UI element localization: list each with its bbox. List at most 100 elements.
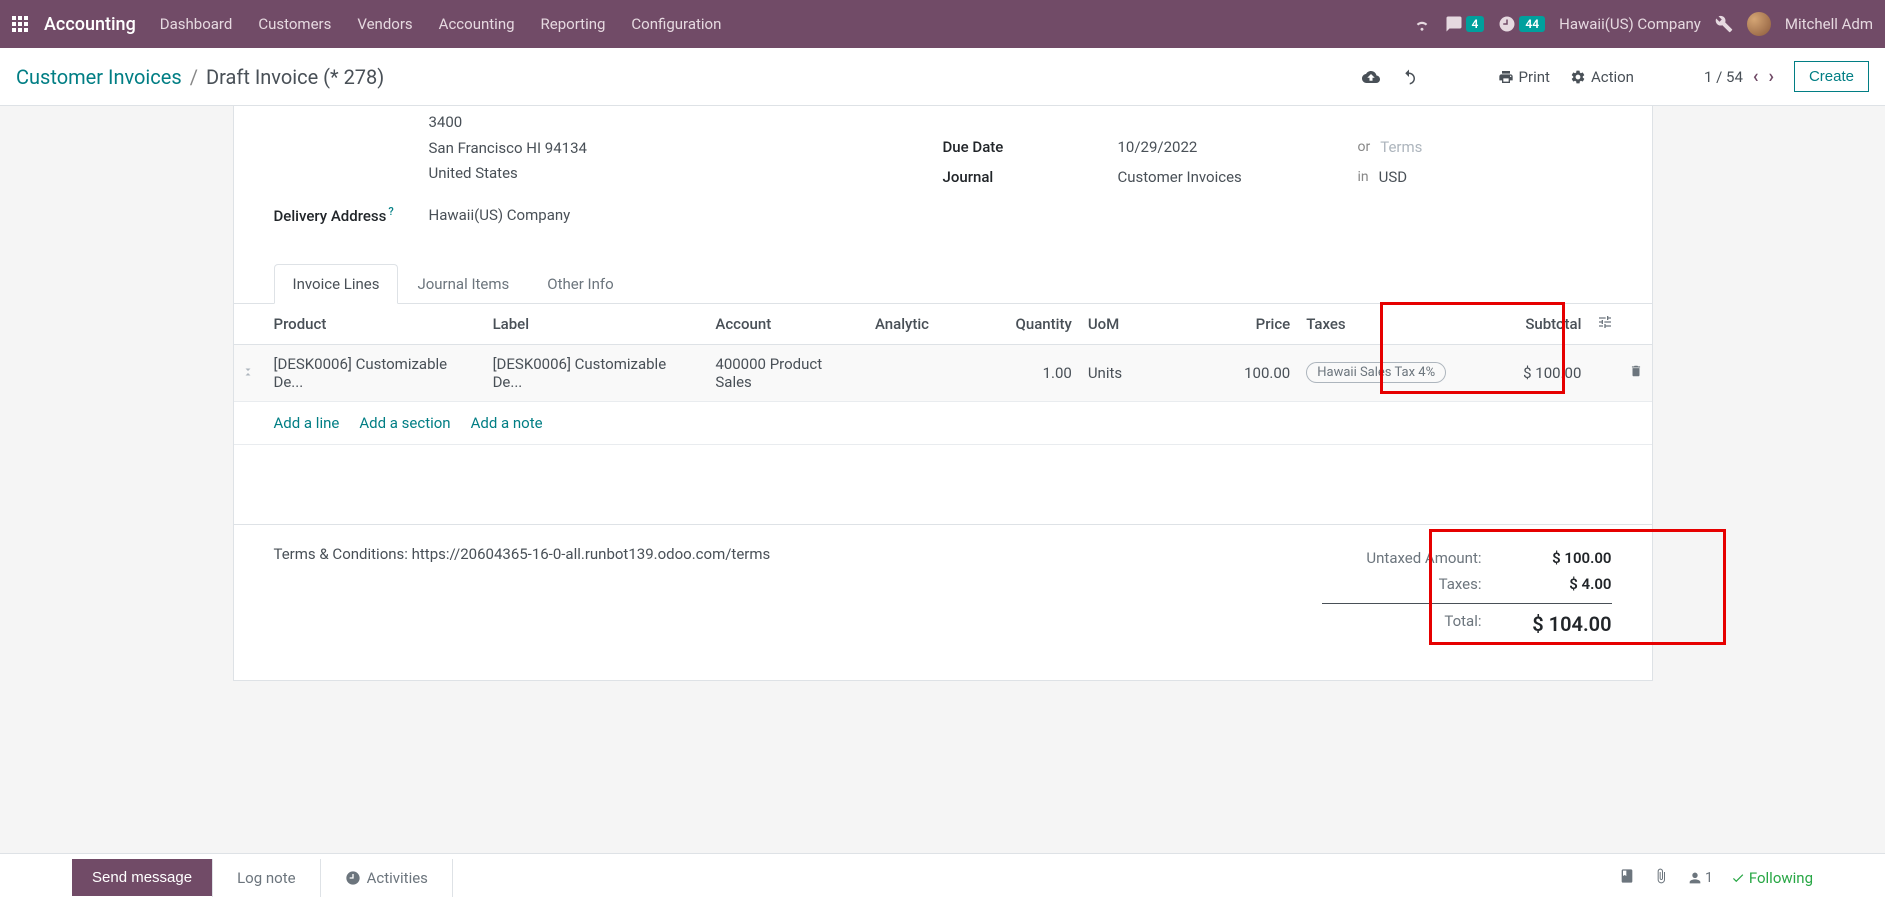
delivery-address-value[interactable]: Hawaii(US) Company xyxy=(429,206,571,224)
address-line-2: San Francisco HI 94134 xyxy=(429,136,943,162)
nav-customers[interactable]: Customers xyxy=(258,15,331,33)
or-text: or xyxy=(1358,139,1371,155)
terms-text[interactable]: Terms & Conditions: https://20604365-16-… xyxy=(274,545,1322,640)
discard-icon[interactable] xyxy=(1400,68,1418,86)
th-analytic[interactable]: Analytic xyxy=(867,304,1008,345)
drag-handle-icon[interactable] xyxy=(234,344,262,401)
apps-icon[interactable] xyxy=(12,16,28,32)
th-product[interactable]: Product xyxy=(262,304,485,345)
untaxed-value: $ 100.00 xyxy=(1512,549,1612,567)
due-date-value[interactable]: 10/29/2022 xyxy=(1118,138,1348,156)
add-note-link[interactable]: Add a note xyxy=(471,414,543,432)
cell-price[interactable]: 100.00 xyxy=(1158,344,1298,401)
tab-invoice-lines[interactable]: Invoice Lines xyxy=(274,264,399,304)
th-taxes[interactable]: Taxes xyxy=(1298,304,1477,345)
company-switcher[interactable]: Hawaii(US) Company xyxy=(1559,15,1701,33)
cloud-save-icon[interactable] xyxy=(1362,68,1380,86)
taxes-label: Taxes: xyxy=(1322,575,1512,593)
print-label: Print xyxy=(1519,68,1550,86)
control-panel: Customer Invoices / Draft Invoice (* 278… xyxy=(0,48,1885,106)
main-area: 3400 San Francisco HI 94134 United State… xyxy=(0,106,1885,741)
activities-badge: 44 xyxy=(1519,16,1545,32)
cell-product[interactable]: [DESK0006] Customizable De... xyxy=(262,344,485,401)
breadcrumb-separator: / xyxy=(190,65,198,89)
pager-text[interactable]: 1 / 54 xyxy=(1704,68,1743,86)
app-brand[interactable]: Accounting xyxy=(44,14,136,35)
journal-value[interactable]: Customer Invoices xyxy=(1118,168,1348,186)
th-price[interactable]: Price xyxy=(1158,304,1298,345)
taxes-value: $ 4.00 xyxy=(1512,575,1612,593)
activities-button[interactable]: Activities xyxy=(321,859,453,897)
send-message-button[interactable]: Send message xyxy=(72,859,212,896)
following-button[interactable]: Following xyxy=(1731,869,1813,887)
delete-row-icon[interactable] xyxy=(1621,344,1651,401)
invoice-lines-table: Product Label Account Analytic Quantity … xyxy=(234,304,1652,402)
action-label: Action xyxy=(1591,68,1634,86)
pager-next-icon[interactable]: › xyxy=(1769,66,1774,87)
footer-section: Terms & Conditions: https://20604365-16-… xyxy=(234,525,1652,680)
nav-vendors[interactable]: Vendors xyxy=(357,15,412,33)
log-note-button[interactable]: Log note xyxy=(212,859,320,897)
th-subtotal[interactable]: Subtotal xyxy=(1477,304,1589,345)
add-section-link[interactable]: Add a section xyxy=(359,414,450,432)
nav-accounting[interactable]: Accounting xyxy=(439,15,515,33)
th-label[interactable]: Label xyxy=(485,304,708,345)
delivery-address-label: Delivery Address? xyxy=(274,205,429,225)
breadcrumb-parent[interactable]: Customer Invoices xyxy=(16,65,182,89)
due-date-label: Due Date xyxy=(943,138,1118,156)
add-line-link[interactable]: Add a line xyxy=(274,414,340,432)
print-button[interactable]: Print xyxy=(1498,68,1550,86)
help-icon[interactable]: ? xyxy=(388,205,393,218)
wifi-icon[interactable] xyxy=(1413,15,1431,33)
debug-icon[interactable] xyxy=(1715,15,1733,33)
total-value: $ 104.00 xyxy=(1512,612,1612,636)
untaxed-label: Untaxed Amount: xyxy=(1322,549,1512,567)
tab-other-info[interactable]: Other Info xyxy=(528,264,632,304)
breadcrumb: Customer Invoices / Draft Invoice (* 278… xyxy=(16,65,384,89)
terms-placeholder[interactable]: Terms xyxy=(1380,138,1422,156)
chatter-bar: Send message Log note Activities 1 Follo… xyxy=(0,853,1885,901)
total-label: Total: xyxy=(1322,612,1512,636)
book-icon[interactable] xyxy=(1619,868,1635,888)
cell-taxes[interactable]: Hawaii Sales Tax 4% xyxy=(1298,344,1477,401)
nav-configuration[interactable]: Configuration xyxy=(631,15,721,33)
tab-journal-items[interactable]: Journal Items xyxy=(398,264,528,304)
activities-icon[interactable]: 44 xyxy=(1498,15,1545,33)
add-row: Add a line Add a section Add a note xyxy=(234,402,1652,445)
messages-icon[interactable]: 4 xyxy=(1445,15,1485,33)
in-text: in xyxy=(1358,169,1369,185)
tax-tag[interactable]: Hawaii Sales Tax 4% xyxy=(1306,362,1446,383)
form-sheet: 3400 San Francisco HI 94134 United State… xyxy=(233,106,1653,681)
following-label: Following xyxy=(1749,869,1813,887)
pager-prev-icon[interactable]: ‹ xyxy=(1753,66,1759,87)
username[interactable]: Mitchell Adm xyxy=(1785,15,1873,33)
totals: Untaxed Amount: $ 100.00 Taxes: $ 4.00 T… xyxy=(1322,545,1612,640)
followers-count[interactable]: 1 xyxy=(1687,870,1713,886)
th-uom[interactable]: UoM xyxy=(1080,304,1158,345)
th-quantity[interactable]: Quantity xyxy=(1008,304,1080,345)
cell-analytic[interactable] xyxy=(867,344,1008,401)
journal-label: Journal xyxy=(943,168,1118,186)
cell-uom[interactable]: Units xyxy=(1080,344,1158,401)
messages-badge: 4 xyxy=(1466,16,1485,32)
activities-label: Activities xyxy=(367,869,428,887)
pager: 1 / 54 ‹ › xyxy=(1704,66,1774,87)
create-button[interactable]: Create xyxy=(1794,61,1869,92)
avatar[interactable] xyxy=(1747,12,1771,36)
cell-account[interactable]: 400000 Product Sales xyxy=(707,344,867,401)
table-row[interactable]: [DESK0006] Customizable De... [DESK0006]… xyxy=(234,344,1652,401)
address-line-1: 3400 xyxy=(429,110,943,136)
cell-subtotal: $ 100.00 xyxy=(1477,344,1589,401)
attachment-icon[interactable] xyxy=(1653,868,1669,888)
action-button[interactable]: Action xyxy=(1570,68,1634,86)
nav-menu: Dashboard Customers Vendors Accounting R… xyxy=(160,15,722,33)
options-icon[interactable] xyxy=(1597,316,1613,334)
th-account[interactable]: Account xyxy=(707,304,867,345)
cell-quantity[interactable]: 1.00 xyxy=(1008,344,1080,401)
cell-label[interactable]: [DESK0006] Customizable De... xyxy=(485,344,708,401)
address-line-3: United States xyxy=(429,161,943,187)
info-section: 3400 San Francisco HI 94134 United State… xyxy=(234,106,1652,253)
currency-value[interactable]: USD xyxy=(1379,168,1407,186)
nav-dashboard[interactable]: Dashboard xyxy=(160,15,233,33)
nav-reporting[interactable]: Reporting xyxy=(541,15,606,33)
